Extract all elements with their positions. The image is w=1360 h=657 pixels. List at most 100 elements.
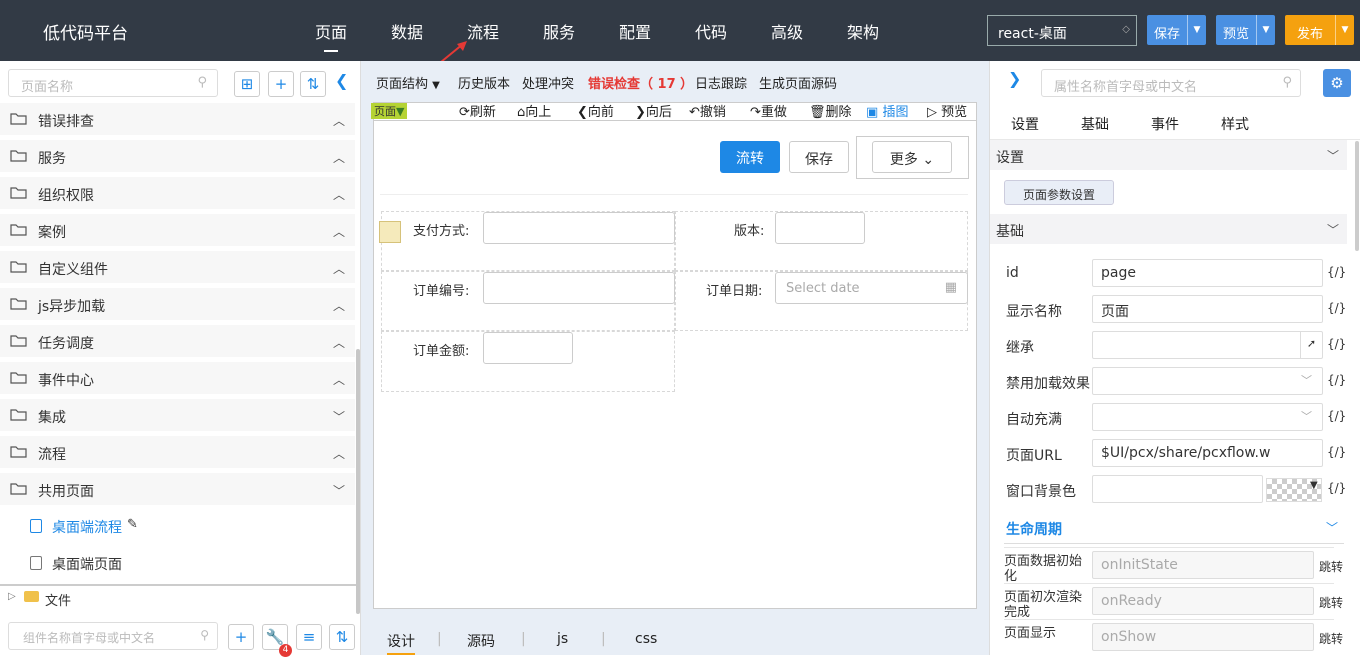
page-structure-button[interactable]: 页面结构 ▼ bbox=[376, 73, 440, 92]
tab-basic[interactable]: 基础 bbox=[1081, 114, 1109, 134]
page-params-button[interactable]: 页面参数设置 bbox=[1004, 180, 1114, 205]
tab-source[interactable]: 源码 bbox=[467, 631, 495, 651]
tree-folder-row[interactable]: 共用页面 ﹀ bbox=[0, 473, 355, 506]
expand-right-icon[interactable]: ❯ bbox=[1008, 69, 1021, 88]
nav-flow[interactable]: 流程 bbox=[467, 19, 499, 43]
next-button[interactable]: ❯向后 bbox=[635, 101, 672, 120]
section-basic[interactable]: 基础 ﹀ bbox=[990, 214, 1347, 244]
caret-down-icon[interactable]: ▼ bbox=[1187, 15, 1206, 45]
caret-down-icon[interactable]: ▼ bbox=[1310, 480, 1318, 491]
section-lifecycle-title[interactable]: 生命周期 bbox=[1006, 519, 1062, 539]
chevron-up-icon[interactable]: ︿ bbox=[333, 186, 345, 203]
expression-icon[interactable]: {/} bbox=[1327, 445, 1346, 459]
sort-components-button[interactable]: ⇅ bbox=[329, 624, 355, 650]
chevron-down-icon[interactable]: ﹀ bbox=[1326, 519, 1338, 536]
leaf-desktop-page[interactable]: 桌面端页面 bbox=[0, 545, 355, 581]
nav-code[interactable]: 代码 bbox=[695, 19, 727, 43]
illustration-button[interactable]: ▣ 插图 bbox=[866, 101, 908, 120]
caret-down-icon[interactable]: ▼ bbox=[1335, 15, 1354, 45]
prop-input[interactable] bbox=[1092, 475, 1263, 503]
env-select[interactable]: react-桌面 ◇ bbox=[987, 15, 1137, 46]
gear-icon[interactable]: ⚙ bbox=[1323, 69, 1351, 97]
nav-page[interactable]: 页面 bbox=[315, 19, 347, 52]
component-icon[interactable] bbox=[379, 221, 401, 243]
tree-folder-row[interactable]: js异步加载 ︿ bbox=[0, 288, 355, 321]
nav-config[interactable]: 配置 bbox=[619, 19, 651, 43]
history-button[interactable]: 历史版本 bbox=[458, 73, 510, 92]
expression-icon[interactable]: {/} bbox=[1327, 337, 1346, 351]
flow-button[interactable]: 流转 bbox=[720, 141, 780, 173]
prop-input[interactable]: page bbox=[1092, 259, 1323, 287]
pay-method-input[interactable] bbox=[483, 212, 675, 244]
publish-button[interactable]: 发布 ▼ bbox=[1285, 15, 1354, 45]
page-search-input[interactable]: 页面名称 ⚲ bbox=[8, 69, 218, 97]
tree-folder-row[interactable]: 组织权限 ︿ bbox=[0, 177, 355, 210]
up-button[interactable]: ⌂向上 bbox=[517, 101, 551, 120]
nav-architecture[interactable]: 架构 bbox=[847, 19, 879, 43]
chevron-up-icon[interactable]: ︿ bbox=[333, 334, 345, 351]
delete-button[interactable]: 🗑删除 bbox=[809, 101, 852, 120]
jump-link[interactable]: 跳转 bbox=[1319, 630, 1343, 647]
page-tag[interactable]: 页面▼ bbox=[371, 103, 408, 119]
canvas-preview-button[interactable]: ▷ 预览 bbox=[927, 101, 967, 120]
tree-folder-row[interactable]: 集成 ﹀ bbox=[0, 399, 355, 432]
refresh-button[interactable]: ⟳刷新 bbox=[459, 101, 496, 120]
collapse-left-icon[interactable]: ❮ bbox=[335, 71, 348, 90]
save-button[interactable]: 保存 ▼ bbox=[1147, 15, 1206, 45]
tab-js[interactable]: js bbox=[557, 631, 568, 647]
tree-folder-row[interactable]: 自定义组件 ︿ bbox=[0, 251, 355, 284]
tab-styles[interactable]: 样式 bbox=[1221, 114, 1249, 134]
chevron-up-icon[interactable]: ︿ bbox=[333, 371, 345, 388]
add-folder-button[interactable]: ⊞ bbox=[234, 71, 260, 97]
generate-source-button[interactable]: 生成页面源码 bbox=[759, 73, 837, 92]
nav-advanced[interactable]: 高级 bbox=[771, 19, 803, 43]
tree-folder-row[interactable]: 任务调度 ︿ bbox=[0, 325, 355, 358]
lifecycle-input[interactable]: onReady bbox=[1092, 587, 1314, 615]
prop-input[interactable]: ﹀ bbox=[1092, 367, 1323, 395]
caret-down-icon[interactable]: ▼ bbox=[1256, 15, 1275, 45]
log-trace-button[interactable]: 日志跟踪 bbox=[695, 73, 747, 92]
scrollbar[interactable] bbox=[1355, 141, 1359, 251]
scrollbar[interactable] bbox=[356, 349, 360, 614]
sort-button[interactable]: ⇅ bbox=[300, 71, 326, 97]
chevron-up-icon[interactable]: ︿ bbox=[333, 223, 345, 240]
expand-triangle-icon[interactable]: ▷ bbox=[8, 591, 16, 602]
nav-service[interactable]: 服务 bbox=[543, 19, 575, 43]
chevron-up-icon[interactable]: ︿ bbox=[333, 260, 345, 277]
tree-folder-row[interactable]: 错误排查 ︿ bbox=[0, 103, 355, 136]
section-settings[interactable]: 设置 ﹀ bbox=[990, 140, 1347, 170]
chevron-down-icon[interactable]: ﹀ bbox=[1301, 372, 1312, 388]
component-search-input[interactable]: 组件名称首字母或中文名 ⚲ bbox=[8, 622, 218, 650]
redo-button[interactable]: ↷重做 bbox=[750, 101, 787, 120]
prop-input[interactable]: ﹀ bbox=[1092, 403, 1323, 431]
tab-settings[interactable]: 设置 bbox=[1011, 114, 1039, 134]
expression-icon[interactable]: {/} bbox=[1327, 373, 1346, 387]
expression-icon[interactable]: {/} bbox=[1327, 481, 1346, 495]
prop-input[interactable]: $UI/pcx/share/pcxflow.w bbox=[1092, 439, 1323, 467]
add-component-button[interactable]: + bbox=[228, 624, 254, 650]
tab-design[interactable]: 设计 bbox=[387, 631, 415, 655]
files-label[interactable]: 文件 bbox=[45, 590, 71, 609]
conflict-button[interactable]: 处理冲突 bbox=[522, 73, 574, 92]
form-save-button[interactable]: 保存 bbox=[789, 141, 849, 173]
chevron-up-icon[interactable]: ︿ bbox=[333, 112, 345, 129]
inherit-arrow-icon[interactable]: ➚ bbox=[1300, 332, 1322, 358]
prop-input[interactable]: ➚ bbox=[1092, 331, 1323, 359]
order-date-input[interactable]: Select date ▦ bbox=[775, 272, 968, 304]
tree-folder-row[interactable]: 服务 ︿ bbox=[0, 140, 355, 173]
jump-link[interactable]: 跳转 bbox=[1319, 594, 1343, 611]
add-page-button[interactable]: + bbox=[268, 71, 294, 97]
tree-folder-row[interactable]: 流程 ︿ bbox=[0, 436, 355, 469]
expression-icon[interactable]: {/} bbox=[1327, 265, 1346, 279]
order-no-input[interactable] bbox=[483, 272, 675, 304]
leaf-desktop-flow[interactable]: 桌面端流程 ✎ bbox=[0, 508, 355, 544]
chevron-down-icon[interactable]: ﹀ bbox=[1301, 408, 1312, 424]
lifecycle-input[interactable]: onInitState bbox=[1092, 551, 1314, 579]
preview-button[interactable]: 预览 ▼ bbox=[1216, 15, 1275, 45]
expression-icon[interactable]: {/} bbox=[1327, 409, 1346, 423]
tab-css[interactable]: css bbox=[635, 631, 657, 647]
undo-button[interactable]: ↶撤销 bbox=[689, 101, 726, 120]
prop-input[interactable]: 页面 bbox=[1092, 295, 1323, 323]
expression-icon[interactable]: {/} bbox=[1327, 301, 1346, 315]
prev-button[interactable]: ❮向前 bbox=[577, 101, 614, 120]
